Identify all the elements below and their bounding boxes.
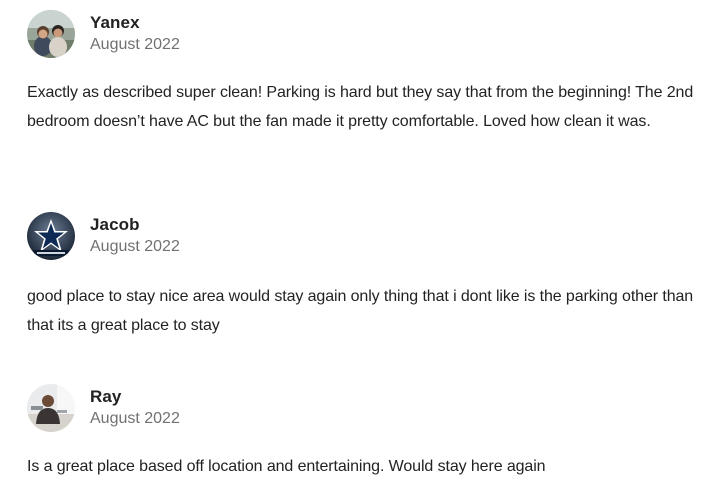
review-text: Exactly as described super clean! Parkin… xyxy=(27,84,694,130)
reviewer-name: Yanex xyxy=(90,13,140,32)
review-text: Is a great place based off location and … xyxy=(27,458,546,475)
reviewer-name: Jacob xyxy=(90,215,140,234)
review-item: Yanex August 2022 Exactly as described s… xyxy=(27,10,699,136)
reviewer-meta: Jacob August 2022 xyxy=(90,214,180,258)
reviewer-avatar[interactable] xyxy=(27,212,75,260)
reviewer-avatar[interactable] xyxy=(27,384,75,432)
review-date: August 2022 xyxy=(90,238,180,255)
review-header: Jacob August 2022 xyxy=(27,212,699,260)
avatar-photo-icon xyxy=(27,384,75,432)
review-header: Yanex August 2022 xyxy=(27,10,699,58)
reviewer-avatar[interactable] xyxy=(27,10,75,58)
avatar-photo-icon xyxy=(27,10,75,58)
review-item: Jacob August 2022 good place to stay nic… xyxy=(27,212,699,340)
review-date: August 2022 xyxy=(90,410,180,427)
reviewer-meta: Yanex August 2022 xyxy=(90,12,180,56)
star-logo-icon xyxy=(27,212,75,260)
reviewer-meta: Ray August 2022 xyxy=(90,386,180,430)
reviewer-name: Ray xyxy=(90,387,122,406)
review-header: Ray August 2022 xyxy=(27,384,699,432)
review-date: August 2022 xyxy=(90,36,180,53)
review-text: good place to stay nice area would stay … xyxy=(27,288,694,334)
review-item: Ray August 2022 Is a great place based o… xyxy=(27,384,699,481)
